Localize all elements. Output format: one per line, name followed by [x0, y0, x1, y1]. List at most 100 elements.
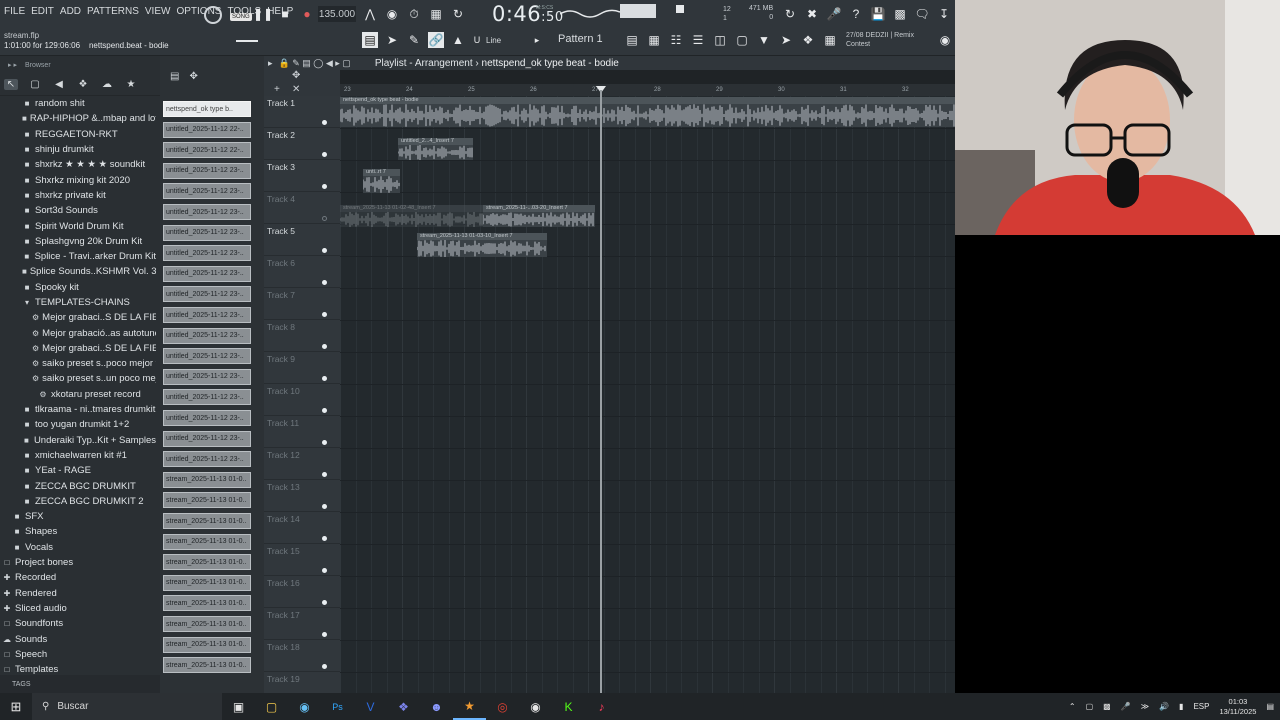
browser-files-icon[interactable]: ▢: [28, 79, 42, 90]
plugin-picker-icon[interactable]: ▼: [756, 32, 772, 48]
track-header[interactable]: Track 12: [264, 448, 340, 480]
playlist-grid[interactable]: nettspend_ok type beat - bodie untitled_2…: [340, 96, 955, 693]
file-explorer-icon[interactable]: ▢: [255, 693, 288, 720]
step-edit-icon[interactable]: ▦: [428, 6, 444, 22]
channel-item[interactable]: untitled_2025-11-12 23-..: [163, 327, 251, 344]
track-header[interactable]: Track 10: [264, 384, 340, 416]
track-mute-icon[interactable]: [322, 664, 327, 669]
tray-wifi-icon[interactable]: ≫: [1141, 702, 1149, 711]
track-header[interactable]: Track 17: [264, 608, 340, 640]
track-mute-icon[interactable]: [322, 216, 327, 221]
playlist-icon[interactable]: ▤: [624, 32, 640, 48]
chat-icon[interactable]: 🗨: [914, 6, 930, 22]
browser-item[interactable]: □ Speech: [0, 647, 156, 662]
channel-item[interactable]: untitled_2025-11-12 23-..: [163, 307, 251, 323]
track-header[interactable]: Track 15: [264, 544, 340, 576]
tray-clock[interactable]: 01:03 13/11/2025: [1219, 697, 1256, 717]
arrow-right-icon[interactable]: ➤: [384, 32, 400, 48]
browser-item[interactable]: ■ Spooky kit: [0, 280, 156, 295]
channel-item[interactable]: stream_2025-11-13 01-0..: [163, 554, 251, 571]
play-icon[interactable]: ❚❚: [253, 7, 273, 21]
browser-item[interactable]: ■ shxrkz private kit: [0, 188, 156, 203]
channel-item[interactable]: untitled_2025-11-12 23-..: [163, 224, 251, 241]
channel-item[interactable]: stream_2025-11-13 01-0..: [163, 574, 251, 591]
microphone-icon[interactable]: 🎤: [826, 6, 842, 22]
link-icon[interactable]: 🔗: [428, 32, 444, 48]
menu-edit[interactable]: EDIT: [31, 6, 54, 17]
browser-item[interactable]: ☁ Sounds: [0, 631, 156, 646]
track-mute-icon[interactable]: [322, 600, 327, 605]
channel-item[interactable]: untitled_2025-11-12 22-..: [163, 142, 251, 159]
channel-item[interactable]: stream_2025-11-13 01-0..: [163, 636, 251, 653]
channel-item[interactable]: stream_2025-11-13 01-0..: [163, 513, 251, 529]
mixer-icon[interactable]: ☰: [690, 32, 706, 48]
track-mute-icon[interactable]: [322, 376, 327, 381]
track-header[interactable]: Track 16: [264, 576, 340, 608]
render-icon[interactable]: ▩: [892, 6, 908, 22]
pattern-selector[interactable]: Pattern 1: [558, 33, 603, 45]
browser-item[interactable]: ■ shxrkz ★ ★ ★ ★ soundkit: [0, 157, 156, 172]
browser-item[interactable]: ■ Sort3d Sounds: [0, 203, 156, 218]
add-track-icon[interactable]: +: [274, 84, 280, 95]
browser-item[interactable]: ⚙ xkotaru preset record: [0, 387, 156, 402]
browser-item[interactable]: ■ REGGAETON-RKT: [0, 127, 156, 142]
menu-add[interactable]: ADD: [60, 6, 81, 17]
browser-item[interactable]: ■ too yugan drumkit 1+2: [0, 417, 156, 432]
channel-item[interactable]: untitled_2025-11-12 23-..: [163, 204, 251, 220]
teams-icon[interactable]: ❖: [387, 693, 420, 720]
browser-item[interactable]: ■ Spirit World Drum Kit: [0, 218, 156, 233]
track-header[interactable]: Track 8: [264, 320, 340, 352]
channel-item[interactable]: untitled_2025-11-12 23-..: [163, 286, 251, 303]
track-mute-icon[interactable]: [322, 344, 327, 349]
browser-item[interactable]: ⚙ saiko preset s..poco mejor v2: [0, 356, 156, 371]
channel-picker-move-icon[interactable]: ✥: [189, 71, 197, 82]
tray-mic-icon[interactable]: 🎤: [1121, 702, 1131, 711]
channel-item[interactable]: stream_2025-11-13 01-0..: [163, 657, 251, 674]
channel-item[interactable]: untitled_2025-11-12 23-..: [163, 410, 251, 426]
track-mute-icon[interactable]: [322, 504, 327, 509]
track-mute-icon[interactable]: [322, 184, 327, 189]
chrome-icon[interactable]: ◎: [486, 693, 519, 720]
browser-item[interactable]: ■ RAP-HIPHOP &..mbap and lofi: [0, 111, 156, 126]
browser-item[interactable]: ■ shinju drumkit: [0, 142, 156, 157]
download-icon[interactable]: ↧: [936, 6, 952, 22]
kick-icon[interactable]: K: [552, 693, 585, 720]
browser-item[interactable]: ✚ Sliced audio: [0, 601, 156, 616]
channel-item[interactable]: untitled_2025-11-12 23-..: [163, 183, 251, 200]
browser-item[interactable]: ✚ Rendered: [0, 586, 156, 601]
track-header[interactable]: Track 2: [264, 128, 340, 160]
online-icon[interactable]: ◉: [938, 33, 952, 47]
browser-item[interactable]: □ Project bones: [0, 555, 156, 570]
channel-item[interactable]: untitled_2025-11-12 23-..: [163, 245, 251, 262]
track-header[interactable]: Track 13: [264, 480, 340, 512]
channel-item[interactable]: nettspend_ok type b..: [163, 101, 251, 117]
audio-clip[interactable]: unti..rt 7: [363, 169, 400, 193]
track-header[interactable]: Track 7: [264, 288, 340, 320]
browser-item[interactable]: ■ Splice - Travi..arker Drum Kit: [0, 249, 156, 264]
obs-icon[interactable]: ◉: [519, 693, 552, 720]
channel-item[interactable]: stream_2025-11-13 01-0..: [163, 492, 251, 509]
channel-item[interactable]: untitled_2025-11-12 23-..: [163, 265, 251, 282]
browser-item[interactable]: ■ ZECCA BGC DRUMKIT: [0, 478, 156, 493]
photoshop-icon[interactable]: Ps: [321, 693, 354, 720]
track-header[interactable]: Track 18: [264, 640, 340, 672]
track-mute-icon[interactable]: [322, 312, 327, 317]
tempo-display[interactable]: 135.000: [318, 6, 356, 22]
magnet-icon[interactable]: U: [472, 34, 482, 46]
track-header[interactable]: Track 3: [264, 160, 340, 192]
audio-clip[interactable]: stream_2025-11-13 01-03-10_Insert 7: [417, 233, 547, 257]
browser-item[interactable]: ■ xmichaelwarren kit #1: [0, 448, 156, 463]
browser-item[interactable]: ⚙Mejor grabaci..S DE LA FIESTA: [0, 310, 156, 325]
pattern-song-toggle-icon[interactable]: [204, 6, 222, 24]
track-mute-icon[interactable]: [322, 408, 327, 413]
steam-icon[interactable]: ◉: [288, 693, 321, 720]
channel-item[interactable]: stream_2025-11-13 01-0..: [163, 616, 251, 632]
track-mute-icon[interactable]: [322, 568, 327, 573]
browser-icon[interactable]: ◫: [712, 32, 728, 48]
channel-item[interactable]: untitled_2025-11-12 23-..: [163, 430, 251, 447]
tray-chevron-icon[interactable]: ⌃: [1069, 702, 1076, 711]
channel-item[interactable]: untitled_2025-11-12 23-..: [163, 348, 251, 365]
piano-roll-icon[interactable]: ▦: [646, 32, 662, 48]
track-header[interactable]: Track 14: [264, 512, 340, 544]
track-header[interactable]: Track 4: [264, 192, 340, 224]
